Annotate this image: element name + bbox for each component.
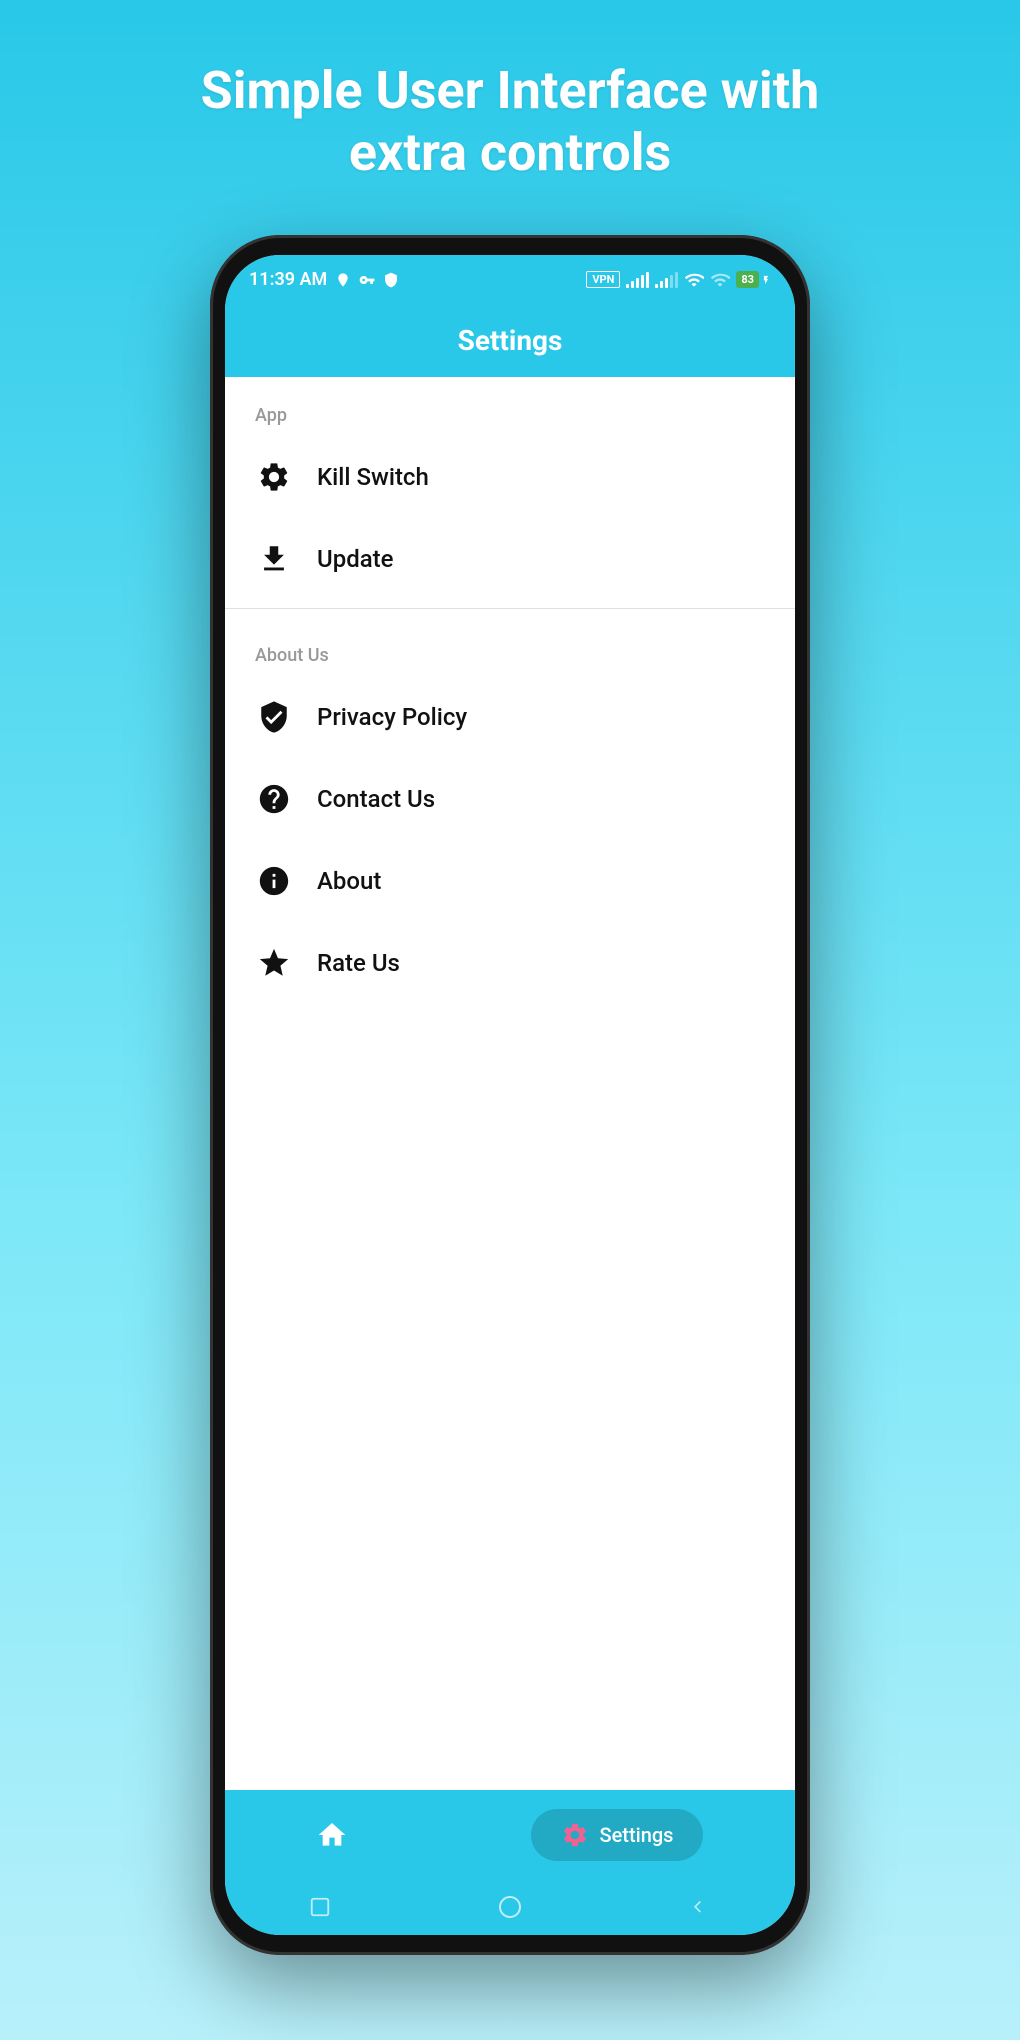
headline: Simple User Interface with extra control…	[121, 0, 900, 235]
menu-item-kill-switch[interactable]: Kill Switch	[225, 436, 795, 518]
download-icon	[255, 540, 293, 578]
signal-bars-2	[655, 272, 678, 288]
menu-item-about[interactable]: About	[225, 840, 795, 922]
wifi-icon	[684, 270, 704, 290]
settings-nav-icon	[561, 1821, 589, 1849]
star-icon	[255, 944, 293, 982]
status-bar: 11:39 AM VPN	[225, 255, 795, 305]
headline-line1: Simple User Interface with	[201, 60, 820, 121]
nav-settings[interactable]: Settings	[531, 1809, 703, 1861]
battery-box: 83	[736, 271, 771, 288]
nav-home[interactable]	[316, 1819, 348, 1851]
menu-item-update[interactable]: Update	[225, 518, 795, 600]
menu-item-contact-us[interactable]: Contact Us	[225, 758, 795, 840]
gear-icon	[255, 458, 293, 496]
signal-bars-1	[626, 272, 649, 288]
headline-line2: extra controls	[349, 122, 671, 183]
phone-screen: 11:39 AM VPN	[225, 255, 795, 1935]
recent-apps-button[interactable]	[306, 1893, 334, 1921]
shield-check-icon	[383, 272, 399, 288]
menu-item-rate-us[interactable]: Rate Us	[225, 922, 795, 1004]
content-area: App Kill Switch Update	[225, 377, 795, 1790]
home-icon	[316, 1819, 348, 1851]
about-label: About	[317, 867, 381, 895]
android-nav-bar	[225, 1880, 795, 1935]
menu-item-privacy-policy[interactable]: Privacy Policy	[225, 676, 795, 758]
app-bar-title: Settings	[458, 324, 563, 357]
kill-switch-label: Kill Switch	[317, 463, 429, 491]
help-circle-icon	[255, 780, 293, 818]
app-bar: Settings	[225, 305, 795, 377]
vpn-key-icon	[359, 272, 375, 288]
bottom-nav: Settings	[225, 1790, 795, 1880]
section-header-about-us: About Us	[225, 617, 795, 676]
status-left: 11:39 AM	[249, 269, 399, 290]
lightning-icon	[761, 272, 771, 288]
phone-shell: 11:39 AM VPN	[210, 235, 810, 1955]
section-divider	[225, 608, 795, 609]
android-home-button[interactable]	[496, 1893, 524, 1921]
back-button[interactable]	[686, 1893, 714, 1921]
vpn-badge: VPN	[586, 271, 620, 288]
rate-us-label: Rate Us	[317, 949, 400, 977]
location-icon	[335, 272, 351, 288]
info-circle-icon	[255, 862, 293, 900]
status-time: 11:39 AM	[249, 269, 327, 290]
update-label: Update	[317, 545, 394, 573]
settings-nav-label: Settings	[599, 1823, 673, 1847]
battery-level: 83	[736, 271, 759, 288]
status-right: VPN	[586, 270, 771, 290]
contact-us-label: Contact Us	[317, 785, 435, 813]
wifi-icon-2	[710, 270, 730, 290]
privacy-policy-label: Privacy Policy	[317, 703, 467, 731]
section-header-app: App	[225, 377, 795, 436]
shield-icon	[255, 698, 293, 736]
